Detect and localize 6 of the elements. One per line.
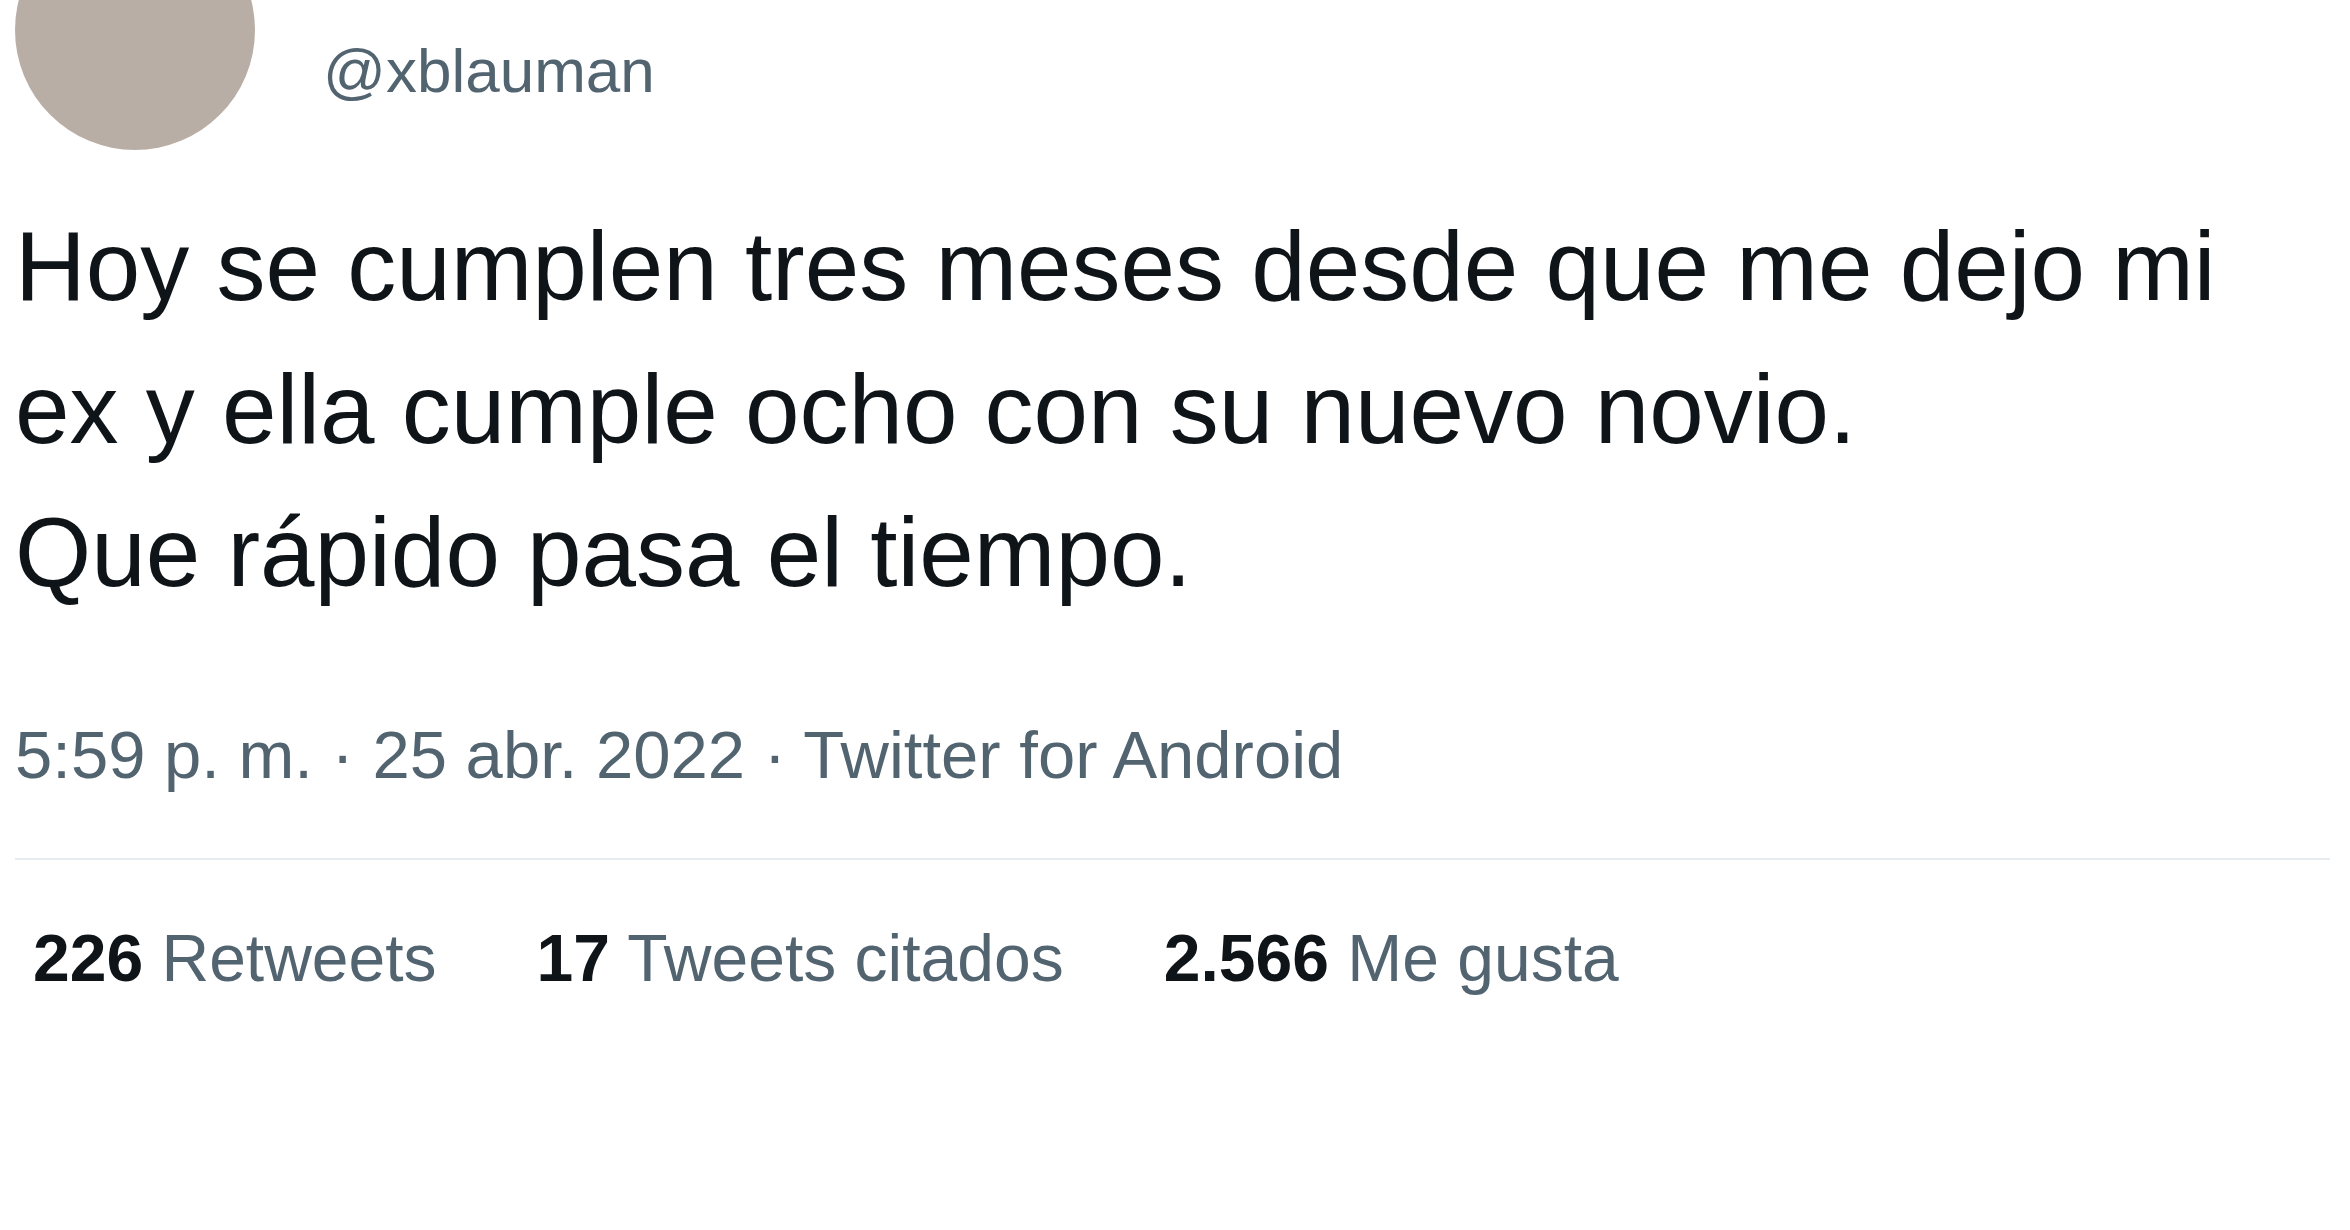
tweet-timestamp: 5:59 p. m. · 25 abr. 2022 · Twitter for Android [15, 716, 1345, 793]
stat-link[interactable]: 17 Tweets citados [536, 920, 1064, 996]
stat-link[interactable]: 226 Retweets [33, 920, 437, 996]
tweet-text: Hoy se cumplen tres meses desde que me dejo mi ex y ella cumple ocho con su nuevo novio. Que rápido pasa el tiempo. [15, 210, 2217, 609]
user-handle[interactable]: @xblauman [323, 34, 655, 106]
stat-link[interactable]: 2.566 Me gusta [1163, 920, 1619, 996]
